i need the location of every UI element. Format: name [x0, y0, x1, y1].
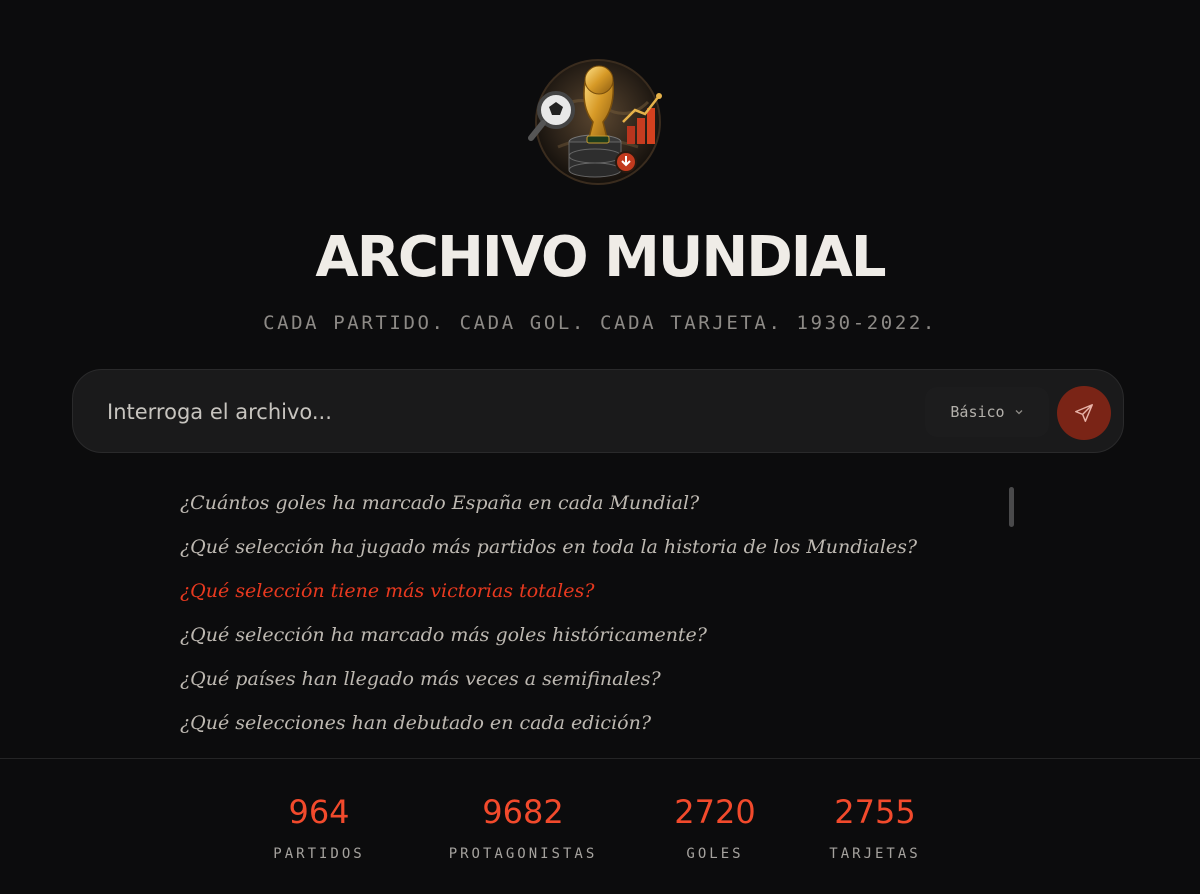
page-title: ARCHIVO MUNDIAL — [315, 225, 886, 290]
page-subtitle: CADA PARTIDO. CADA GOL. CADA TARJETA. 19… — [263, 312, 937, 334]
stat-value: 9682 — [482, 793, 564, 831]
stat-label: TARJETAS — [829, 846, 921, 862]
suggestion-item[interactable]: ¿Qué países han llegado más veces a semi… — [180, 657, 1000, 701]
stat-partidos: 964 PARTIDOS — [255, 790, 383, 866]
page: ARCHIVO MUNDIAL CADA PARTIDO. CADA GOL. … — [0, 0, 1200, 894]
chevron-down-icon — [1015, 410, 1023, 415]
world-cup-trophy-logo — [528, 59, 662, 185]
stat-label: PROTAGONISTAS — [448, 846, 598, 862]
stat-protagonistas: 9682 PROTAGONISTAS — [430, 790, 616, 866]
suggestion-scrollbar[interactable] — [1009, 487, 1014, 527]
stat-value: 2720 — [674, 793, 756, 831]
mode-select-label: Básico — [950, 403, 1005, 421]
stat-tarjetas: 2755 TARJETAS — [810, 790, 940, 866]
stat-label: PARTIDOS — [273, 846, 365, 862]
suggestion-item[interactable]: ¿Cuántos goles ha marcado España en cada… — [180, 481, 1000, 525]
send-button[interactable] — [1057, 386, 1111, 440]
send-icon — [1075, 404, 1093, 422]
suggestion-item[interactable]: ¿Qué selección ha jugado más partidos en… — [180, 525, 1000, 569]
stat-label: GOLES — [686, 846, 744, 862]
search-input[interactable] — [105, 391, 909, 433]
stat-value: 2755 — [834, 793, 916, 831]
divider — [0, 758, 1200, 759]
suggestion-list: ¿Cuántos goles ha marcado España en cada… — [180, 481, 1000, 745]
suggestion-item[interactable]: ¿Qué selecciones han debutado en cada ed… — [180, 701, 1000, 745]
stat-goles: 2720 GOLES — [660, 790, 770, 866]
suggestion-item-active[interactable]: ¿Qué selección tiene más victorias total… — [180, 569, 1000, 613]
mode-select[interactable]: Básico — [925, 387, 1049, 437]
suggestion-item[interactable]: ¿Qué selección ha marcado más goles hist… — [180, 613, 1000, 657]
search-bar: Básico — [72, 369, 1124, 453]
stat-value: 964 — [288, 793, 350, 831]
